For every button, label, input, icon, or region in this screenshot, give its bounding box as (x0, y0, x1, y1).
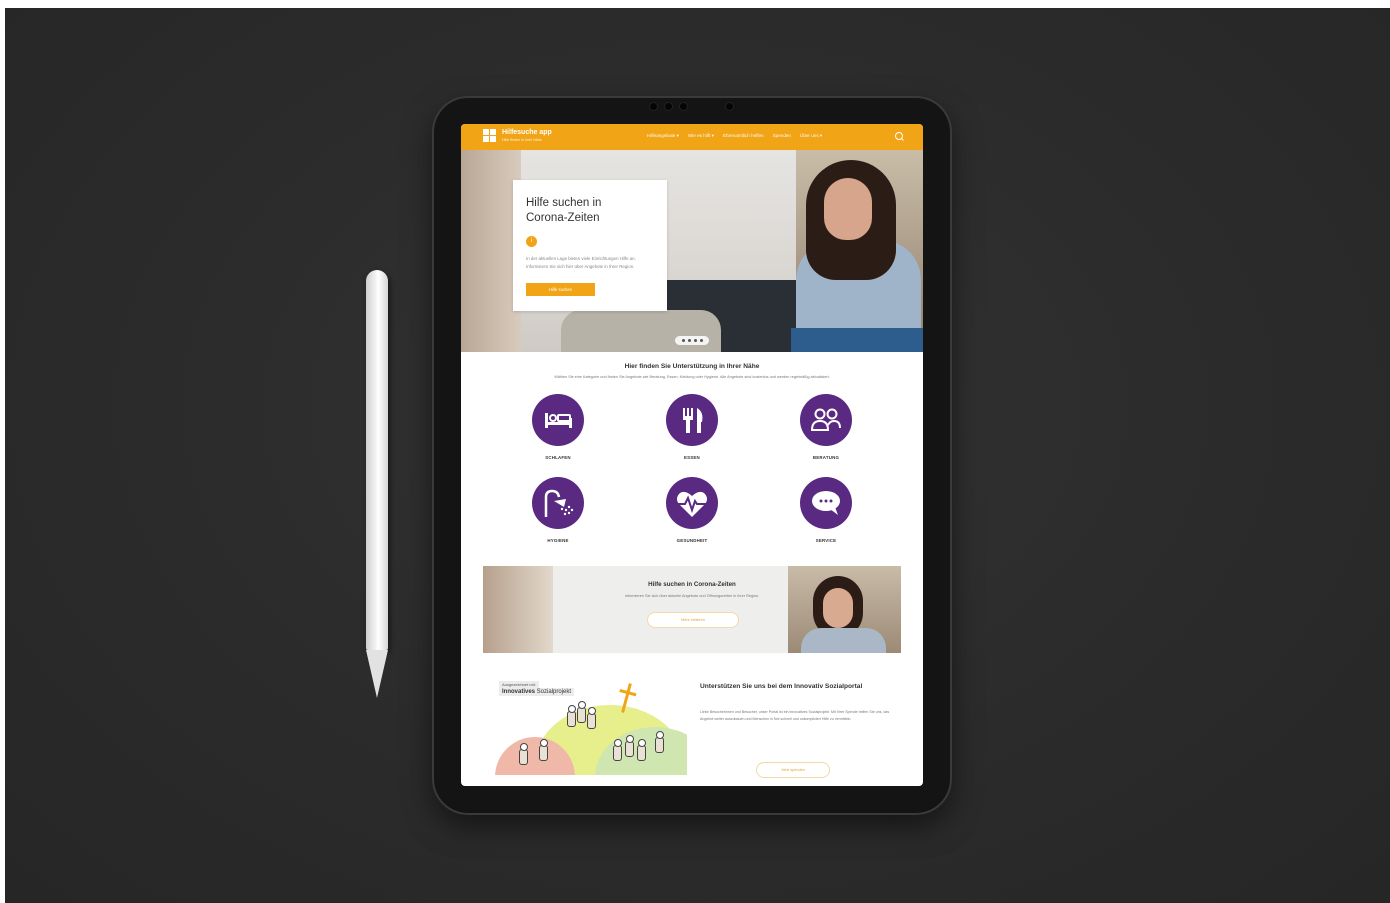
person-figure (587, 707, 596, 729)
stylus-tip (366, 650, 388, 698)
logo-icon[interactable] (483, 129, 497, 143)
category-label: GESUNDHEIT (676, 538, 708, 543)
category-label: HYGIENE (547, 538, 569, 543)
hero-slider: Hilfe suchen in Corona-Zeiten i In der a… (461, 150, 923, 352)
award-tag-small: Ausgezeichnet mit: (499, 681, 539, 688)
slider-dot[interactable] (693, 339, 697, 342)
menu-item-spenden[interactable]: Spenden (773, 133, 791, 139)
category-circle[interactable] (800, 477, 852, 529)
hero-text: In der aktuellen Lage bieten viele Einri… (526, 256, 636, 269)
hero-photo-woman-jeans (791, 328, 923, 352)
category-circle[interactable] (532, 394, 584, 446)
main-menu: Hilfeangebote ▾ Wie es hilft ▾ Ehrenamtl… (647, 133, 822, 139)
category-label: SERVICE (815, 538, 837, 543)
hero-photo-knee (561, 310, 721, 352)
finder-text: Wählen Sie eine Kategorie und finden Sie… (554, 375, 830, 379)
award-tag-rest: Sozialprojekt (535, 689, 572, 695)
image-border-left (0, 0, 5, 903)
hero-photo-person-left (461, 150, 521, 352)
slider-dot[interactable] (699, 339, 703, 342)
banner-photo-left (483, 566, 553, 653)
award-tag-large: Innovatives Sozialprojekt (499, 688, 575, 696)
stylus-pencil (366, 270, 388, 650)
menu-item-ueber-uns[interactable]: Über uns ▾ (800, 133, 822, 139)
category-label: SCHLAFEN (545, 455, 571, 460)
category-circle[interactable] (800, 394, 852, 446)
category-schlafen[interactable]: SCHLAFEN (508, 394, 608, 460)
banner-button[interactable]: Mehr erfahren (647, 612, 739, 628)
finder-title: Hier finden Sie Unterstützung in Ihrer N… (624, 363, 760, 370)
person-figure (577, 701, 586, 723)
banner-photo-body (801, 628, 886, 653)
tablet-camera-bar (620, 101, 740, 111)
person-figure (539, 739, 548, 761)
support-title: Unterstützen Sie uns bei dem Innovativ S… (700, 683, 863, 690)
category-circle[interactable] (666, 477, 718, 529)
category-gesundheit[interactable]: GESUNDHEIT (642, 477, 742, 543)
hero-cta-button[interactable]: Hilfe suchen (526, 283, 595, 296)
slider-dot[interactable] (681, 339, 685, 342)
award-illustration: Ausgezeichnet mit: Innovatives Sozialpro… (495, 677, 687, 775)
site-header: Hilfesuche app Hilfe finden in Ihrer Näh… (461, 124, 923, 150)
hero-title: Hilfe suchen in Corona-Zeiten (526, 197, 602, 224)
category-label: ESSEN (684, 455, 700, 460)
category-label: BERATUNG (812, 455, 840, 460)
menu-item-hilfeangebote[interactable]: Hilfeangebote ▾ (647, 133, 679, 139)
category-circle[interactable] (666, 394, 718, 446)
logo-title[interactable]: Hilfesuche app (502, 129, 552, 136)
category-essen[interactable]: ESSEN (642, 394, 742, 460)
slider-dots[interactable] (675, 336, 709, 345)
category-circle[interactable] (532, 477, 584, 529)
cutlery-icon (683, 408, 703, 433)
category-service[interactable]: SERVICE (776, 477, 876, 543)
camera-dot (665, 103, 672, 110)
camera-dot (650, 103, 657, 110)
slider-dot[interactable] (687, 339, 691, 342)
support-text: Liebe Besucherinnen und Besucher, unser … (700, 710, 890, 721)
menu-item-ehrenamtlich[interactable]: Ehrenamtlich helfen (723, 133, 764, 139)
website-screen: Hilfesuche app Hilfe finden in Ihrer Näh… (461, 124, 923, 786)
person-figure (613, 739, 622, 761)
hero-photo-woman-face (824, 178, 872, 240)
support-button[interactable]: Jetzt spenden (756, 762, 830, 778)
logo-subtitle: Hilfe finden in Ihrer Nähe (502, 138, 542, 142)
shower-icon (544, 489, 574, 517)
search-icon[interactable] (895, 132, 903, 140)
chat-icon (812, 491, 840, 515)
banner-text: Informieren Sie sich über aktuelle Angeb… (624, 594, 760, 598)
person-figure (625, 735, 634, 757)
person-figure (637, 739, 646, 761)
people-icon (810, 408, 841, 431)
category-hygiene[interactable]: HYGIENE (508, 477, 608, 543)
person-figure (519, 743, 528, 765)
camera-dot (680, 103, 687, 110)
info-icon: i (526, 236, 537, 247)
menu-item-wie-es-hilft[interactable]: Wie es hilft ▾ (688, 133, 714, 139)
bed-icon (545, 413, 572, 428)
corona-banner: Hilfe suchen in Corona-Zeiten Informiere… (483, 566, 901, 653)
hero-card: Hilfe suchen in Corona-Zeiten i In der a… (513, 180, 667, 311)
camera-dot (726, 103, 733, 110)
person-figure (655, 731, 664, 753)
person-figure (567, 705, 576, 727)
award-tag-bold: Innovatives (502, 689, 536, 695)
category-beratung[interactable]: BERATUNG (776, 394, 876, 460)
heart-pulse-icon (677, 491, 707, 517)
image-border-top (0, 0, 1390, 8)
banner-title: Hilfe suchen in Corona-Zeiten (648, 581, 736, 588)
